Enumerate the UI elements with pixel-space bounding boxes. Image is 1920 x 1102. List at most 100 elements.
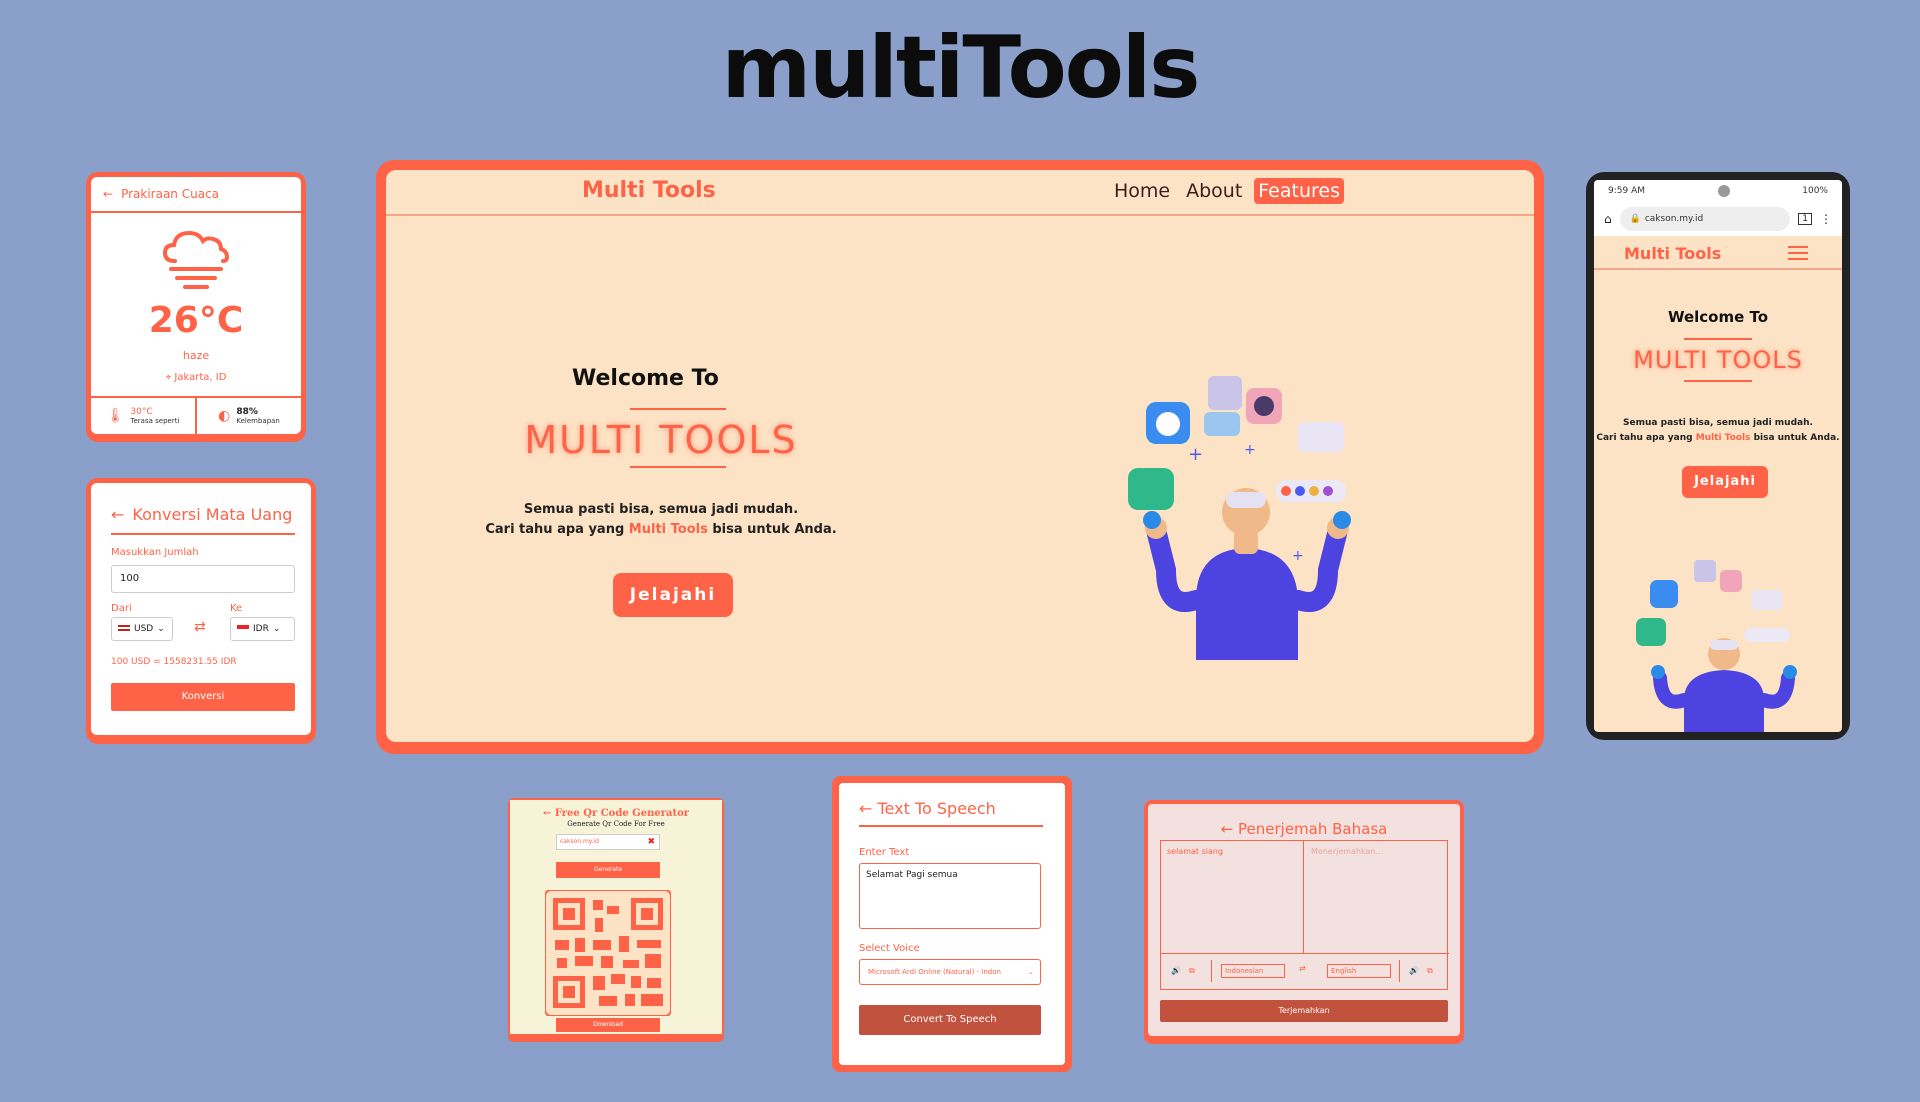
- currency-card: ← Konversi Mata Uang Masukkan Jumlah 100…: [86, 478, 316, 744]
- phone-logo[interactable]: Multi Tools: [1624, 244, 1721, 263]
- translate-button[interactable]: Terjemahkan: [1160, 1000, 1448, 1022]
- text-input[interactable]: Selamat Pagi semua: [859, 863, 1041, 929]
- translator-header: ← Penerjemah Bahasa: [1148, 820, 1460, 838]
- tagline-2-post: bisa untuk Anda.: [712, 522, 837, 537]
- chevron-down-icon: ⌄: [272, 624, 281, 634]
- location-pin-icon: ⌖: [165, 372, 172, 383]
- voice-select[interactable]: Microsoft Ardi Online (Natural) - Indon …: [859, 959, 1041, 985]
- svg-text:+: +: [1292, 548, 1304, 564]
- weather-description: haze: [182, 349, 210, 362]
- hero-text: Welcome To MULTI TOOLS Semua pasti bisa,…: [386, 170, 926, 742]
- speaker-icon[interactable]: 🔊: [1171, 966, 1181, 975]
- to-currency-select[interactable]: IDR ⌄: [230, 617, 295, 641]
- convert-to-speech-button[interactable]: Convert To Speech: [859, 1005, 1041, 1035]
- nav-features[interactable]: Features: [1254, 178, 1344, 204]
- tts-header: ← Text To Speech: [859, 799, 996, 818]
- phone-explore-button[interactable]: Jelajahi: [1682, 466, 1768, 498]
- translator-panel: ← Penerjemah Bahasa selamat siang Menerj…: [1148, 804, 1460, 1036]
- swap-icon[interactable]: ⇄: [194, 619, 206, 635]
- copy-icon[interactable]: ⧉: [1427, 966, 1433, 976]
- humidity-value: 88%: [236, 406, 258, 417]
- amount-input[interactable]: 100: [111, 565, 295, 593]
- target-placeholder: Menerjemahkan...: [1311, 847, 1384, 856]
- phone-tagline-2: Cari tahu apa yang Multi Tools bisa untu…: [1594, 433, 1842, 443]
- brand-heading: MULTI TOOLS: [524, 418, 798, 462]
- weather-card: ← Prakiraan Cuaca 26°C haze ⌖ Jakarta, I…: [86, 172, 306, 442]
- feels-like-value: 30°C: [130, 406, 153, 417]
- back-arrow-icon[interactable]: ←: [543, 808, 551, 819]
- weather-location: ⌖ Jakarta, ID: [91, 372, 301, 383]
- qr-panel: ← Free Qr Code Generator Generate Qr Cod…: [510, 800, 722, 1034]
- nav-home[interactable]: Home: [1110, 178, 1174, 204]
- qr-title: ← Free Qr Code Generator: [510, 808, 722, 819]
- qr-title-text: Free Qr Code Generator: [554, 808, 690, 819]
- clear-icon[interactable]: ✖: [647, 835, 655, 849]
- explore-button[interactable]: Jelajahi: [613, 573, 733, 617]
- svg-text:+: +: [1188, 444, 1203, 465]
- amount-label: Masukkan Jumlah: [111, 547, 199, 558]
- phone-screen: 9:59 AM 100% ⌂ 🔒 cakson.my.id 1 ⋮ Multi …: [1594, 180, 1842, 732]
- url-field[interactable]: 🔒 cakson.my.id: [1619, 207, 1791, 231]
- back-arrow-icon[interactable]: ←: [1221, 820, 1234, 838]
- thermometer-icon: 🌡: [106, 408, 125, 424]
- tab-count-icon[interactable]: 1: [1798, 213, 1812, 225]
- humidity-cell: ◐ 88% Kelembapan: [195, 398, 301, 434]
- translator-card: ← Penerjemah Bahasa selamat siang Menerj…: [1144, 800, 1464, 1044]
- target-lang-select[interactable]: English: [1327, 964, 1391, 978]
- copy-icon[interactable]: ⧉: [1189, 966, 1195, 976]
- more-icon[interactable]: ⋮: [1820, 212, 1832, 226]
- generate-button[interactable]: Generate: [556, 862, 660, 878]
- status-battery: 100%: [1802, 186, 1828, 196]
- source-text: selamat siang: [1167, 847, 1224, 856]
- currency-title: Konversi Mata Uang: [132, 505, 293, 524]
- back-arrow-icon[interactable]: ←: [111, 505, 124, 524]
- camera-dot-icon: [1717, 185, 1730, 197]
- tagline-2-pre: Cari tahu apa yang: [485, 522, 625, 537]
- phone-brand: MULTI TOOLS: [1633, 346, 1803, 374]
- brand-bottom-line: [630, 466, 726, 468]
- back-arrow-icon[interactable]: ←: [859, 799, 872, 818]
- qr-url-input[interactable]: cakson.my.id ✖: [556, 834, 660, 850]
- phone-welcome: Welcome To: [1667, 308, 1769, 326]
- to-currency-value: IDR: [253, 624, 269, 634]
- lock-icon: 🔒: [1629, 214, 1641, 224]
- translator-controls: 🔊 ⧉ Indonesian ⇄ English 🔊 ⧉: [1161, 953, 1449, 990]
- divider: [1211, 960, 1212, 982]
- back-arrow-icon[interactable]: ←: [103, 187, 113, 201]
- from-currency-value: USD: [134, 624, 154, 634]
- speaker-icon[interactable]: 🔊: [1409, 966, 1419, 975]
- location-text: Jakarta, ID: [174, 372, 227, 383]
- currency-header: ← Konversi Mata Uang: [111, 505, 292, 524]
- conversion-result: 100 USD = 1558231.55 IDR: [111, 657, 237, 667]
- home-icon[interactable]: ⌂: [1604, 212, 1612, 226]
- qr-card: ← Free Qr Code Generator Generate Qr Cod…: [508, 798, 724, 1042]
- url-text: cakson.my.id: [1644, 214, 1704, 224]
- tts-title: Text To Speech: [877, 799, 996, 818]
- haze-cloud-icon: [162, 230, 230, 289]
- swap-icon[interactable]: ⇄: [1299, 964, 1306, 973]
- juggler-illustration: + + +: [1128, 376, 1351, 660]
- weather-header: ← Prakiraan Cuaca: [91, 177, 301, 213]
- source-textarea[interactable]: selamat siang: [1161, 841, 1304, 953]
- chevron-down-icon: ⌄: [157, 624, 165, 634]
- qr-input-value: cakson.my.id: [560, 838, 599, 845]
- humidity-label: Kelembapan: [236, 416, 280, 425]
- tagline-1: Semua pasti bisa, semua jadi mudah.: [523, 502, 799, 517]
- convert-button[interactable]: Konversi: [111, 683, 295, 711]
- chevron-down-icon: ⌄: [1028, 968, 1034, 976]
- phone-juggler-illustration: [1636, 560, 1797, 732]
- select-voice-label: Select Voice: [859, 943, 920, 954]
- id-flag-icon: [237, 625, 249, 633]
- divider: [111, 533, 295, 535]
- qr-subtitle: Generate Qr Code For Free: [567, 820, 665, 828]
- source-lang-select[interactable]: Indonesian: [1221, 964, 1285, 978]
- download-button[interactable]: Download: [556, 1018, 660, 1032]
- nav-about[interactable]: About: [1182, 178, 1246, 204]
- from-currency-select[interactable]: USD ⌄: [111, 617, 173, 641]
- text-input-value: Selamat Pagi semua: [866, 870, 958, 880]
- status-bar: 9:59 AM 100%: [1594, 180, 1842, 202]
- phone-tagline-2-highlight: Multi Tools: [1695, 433, 1751, 443]
- hamburger-icon[interactable]: [1788, 246, 1808, 260]
- qr-code-image: [545, 890, 671, 1016]
- enter-text-label: Enter Text: [859, 847, 910, 858]
